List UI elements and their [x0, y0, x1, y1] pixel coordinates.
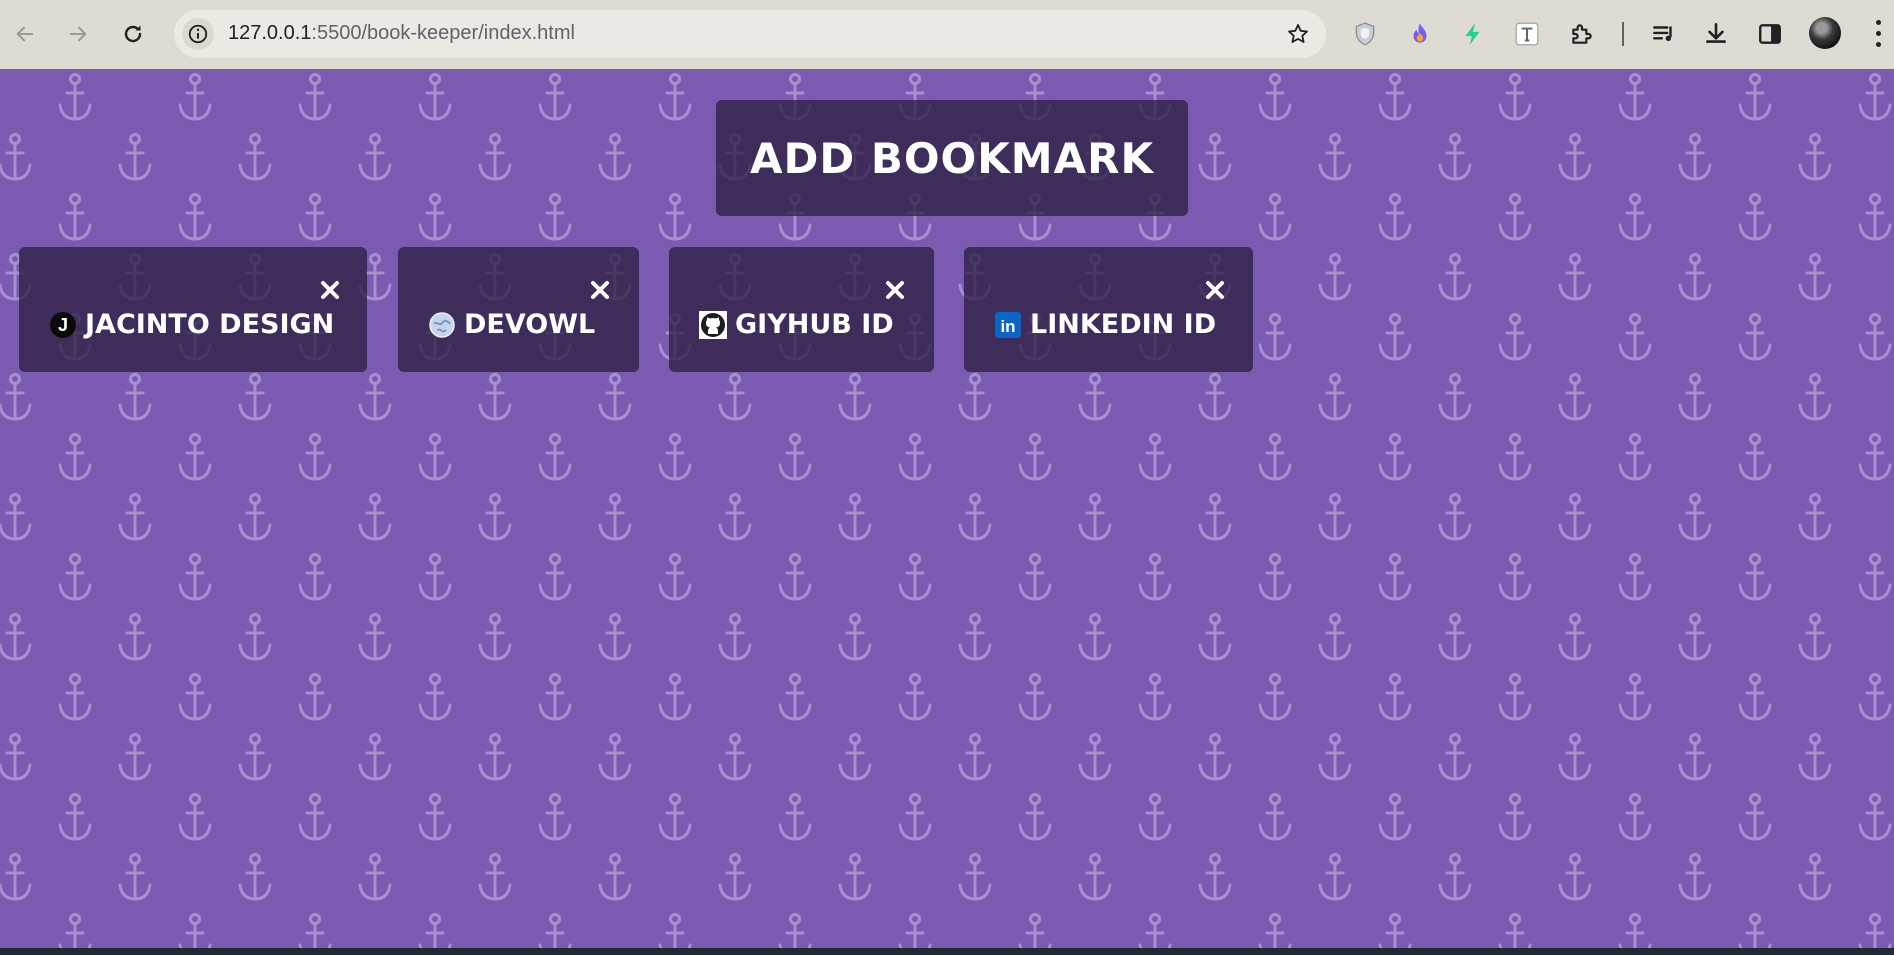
- bookmark-link[interactable]: J JACINTO DESIGN: [49, 309, 334, 340]
- flame-icon: [1413, 23, 1427, 43]
- delete-bookmark-button[interactable]: [882, 277, 908, 303]
- shield-icon: [1355, 22, 1375, 46]
- taskbar-edge: [0, 948, 1894, 955]
- star-icon: [1288, 24, 1308, 43]
- extension-text[interactable]: [1509, 16, 1545, 52]
- bookmark-link[interactable]: in LINKEDIN ID: [994, 309, 1216, 340]
- favicon-letter: in: [1000, 317, 1015, 336]
- address-bar[interactable]: 127.0.0.1:5500/book-keeper/index.html: [174, 10, 1326, 58]
- bookmark-card: in LINKEDIN ID: [964, 247, 1253, 372]
- delete-bookmark-button[interactable]: [587, 277, 613, 303]
- browser-toolbar: 127.0.0.1:5500/book-keeper/index.html: [0, 0, 1894, 69]
- add-bookmark-button[interactable]: ADD BOOKMARK: [716, 100, 1188, 216]
- delete-bookmark-button[interactable]: [317, 277, 343, 303]
- linkedin-favicon: in: [994, 311, 1022, 339]
- media-queue-button[interactable]: [1646, 16, 1682, 52]
- arrow-left-icon: [16, 26, 34, 42]
- puzzle-icon: [1572, 24, 1592, 44]
- bookmark-card: GIYHUB ID: [669, 247, 934, 372]
- download-icon: [1706, 22, 1726, 43]
- close-icon: [591, 281, 609, 299]
- extension-flame[interactable]: [1402, 16, 1438, 52]
- bookmark-name: LINKEDIN ID: [1030, 309, 1217, 340]
- arrow-right-icon: [69, 26, 87, 42]
- profile-avatar[interactable]: [1809, 17, 1841, 49]
- reload-button[interactable]: [113, 14, 153, 54]
- bolt-icon: [1465, 23, 1480, 45]
- favicon-letter: J: [58, 315, 68, 335]
- page-background: ADD BOOKMARK J JACINTO DESIGN DEVOWL GIY…: [0, 69, 1894, 948]
- globe-favicon: [428, 311, 456, 339]
- github-favicon: [699, 310, 727, 339]
- downloads-button[interactable]: [1698, 16, 1734, 52]
- bookmark-name: GIYHUB ID: [735, 309, 894, 340]
- reload-icon: [124, 25, 142, 43]
- bookmark-link[interactable]: DEVOWL: [428, 309, 595, 340]
- bookmark-link[interactable]: GIYHUB ID: [699, 309, 894, 340]
- close-icon: [1206, 281, 1224, 299]
- extensions-menu-button[interactable]: [1564, 16, 1600, 52]
- url-text[interactable]: 127.0.0.1:5500/book-keeper/index.html: [228, 22, 575, 45]
- url-path: :5500/book-keeper/index.html: [311, 22, 575, 44]
- bookmark-star-button[interactable]: [1284, 20, 1312, 48]
- forward-button[interactable]: [58, 14, 98, 54]
- delete-bookmark-button[interactable]: [1202, 277, 1228, 303]
- bookmark-card: DEVOWL: [398, 247, 639, 372]
- extension-bolt[interactable]: [1455, 16, 1491, 52]
- bookmark-name: DEVOWL: [464, 309, 596, 340]
- info-icon: [188, 24, 208, 44]
- close-icon: [886, 281, 904, 299]
- menu-dot: [1876, 20, 1881, 25]
- menu-dot: [1876, 42, 1881, 47]
- site-info-button[interactable]: [182, 18, 214, 50]
- side-panel-icon: [1759, 24, 1781, 44]
- url-host: 127.0.0.1: [228, 22, 312, 44]
- media-queue-icon: [1653, 26, 1672, 42]
- bookmark-card: J JACINTO DESIGN: [19, 247, 367, 372]
- close-icon: [321, 281, 339, 299]
- side-panel-button[interactable]: [1752, 16, 1788, 52]
- browser-menu-button[interactable]: [1868, 18, 1888, 50]
- back-button[interactable]: [5, 14, 45, 54]
- extension-shield[interactable]: [1347, 16, 1383, 52]
- letter-j-favicon: J: [49, 311, 77, 339]
- toolbar-divider: [1622, 22, 1624, 46]
- bookmark-name: JACINTO DESIGN: [85, 309, 335, 340]
- text-t-icon: [1515, 22, 1539, 46]
- menu-dot: [1876, 31, 1881, 36]
